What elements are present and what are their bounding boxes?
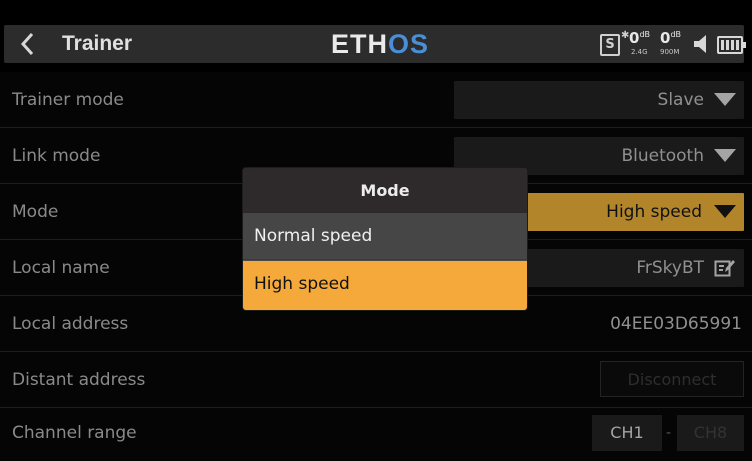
mode-popup: Mode Normal speed High speed <box>243 168 527 310</box>
trainer-mode-label: Trainer mode <box>12 90 124 110</box>
row-distant-address: Distant address Disconnect <box>0 352 752 408</box>
mode-label: Mode <box>12 202 59 222</box>
rssi-2g4: 0dB <box>629 29 651 47</box>
distant-address-label: Distant address <box>12 370 146 390</box>
chevron-left-icon[interactable] <box>17 31 39 57</box>
local-address-value: 04EE03D65991 <box>610 314 742 334</box>
s-badge: S <box>600 34 620 56</box>
status-area: S ✱ 0dB 2.4G 0dB 900M <box>600 28 746 60</box>
dropdown-arrow-icon <box>714 149 736 162</box>
rssi-900m-band: 900M <box>660 48 680 56</box>
local-name-value: FrSkyBT <box>636 258 704 278</box>
battery-icon <box>717 36 746 54</box>
local-address-label: Local address <box>12 314 129 334</box>
dropdown-arrow-icon <box>714 205 736 218</box>
rssi-2g4-band: 2.4G <box>631 48 648 56</box>
dropdown-arrow-icon <box>714 93 736 106</box>
channel-range-label: Channel range <box>12 423 137 443</box>
local-name-label: Local name <box>12 258 110 278</box>
page-title: Trainer <box>62 32 133 55</box>
speaker-icon <box>692 34 712 54</box>
ethos-logo: ETHOS <box>331 29 430 59</box>
channel-range-to[interactable]: CH8 <box>677 415 744 451</box>
mode-value: High speed <box>606 202 702 222</box>
channel-range-from[interactable]: CH1 <box>592 415 662 451</box>
row-trainer-mode: Trainer mode Slave <box>0 72 752 128</box>
link-mode-label: Link mode <box>12 146 101 166</box>
title-bar: Trainer ETHOS S ✱ 0dB 2.4G 0dB 900M <box>4 25 746 63</box>
option-normal-speed[interactable]: Normal speed <box>243 213 527 260</box>
link-mode-value: Bluetooth <box>621 146 704 166</box>
row-channel-range: Channel range CH1 - CH8 <box>0 405 752 461</box>
disconnect-button[interactable]: Disconnect <box>600 361 744 397</box>
popup-title: Mode <box>243 168 527 213</box>
edit-icon <box>714 258 736 278</box>
trainer-mode-value: Slave <box>657 90 704 110</box>
rssi-900m: 0dB <box>660 29 682 47</box>
trainer-mode-select[interactable]: Slave <box>454 81 744 119</box>
option-high-speed[interactable]: High speed <box>243 261 527 310</box>
header-bar: Trainer ETHOS S ✱ 0dB 2.4G 0dB 900M <box>0 0 752 72</box>
channel-range-separator: - <box>666 425 672 441</box>
